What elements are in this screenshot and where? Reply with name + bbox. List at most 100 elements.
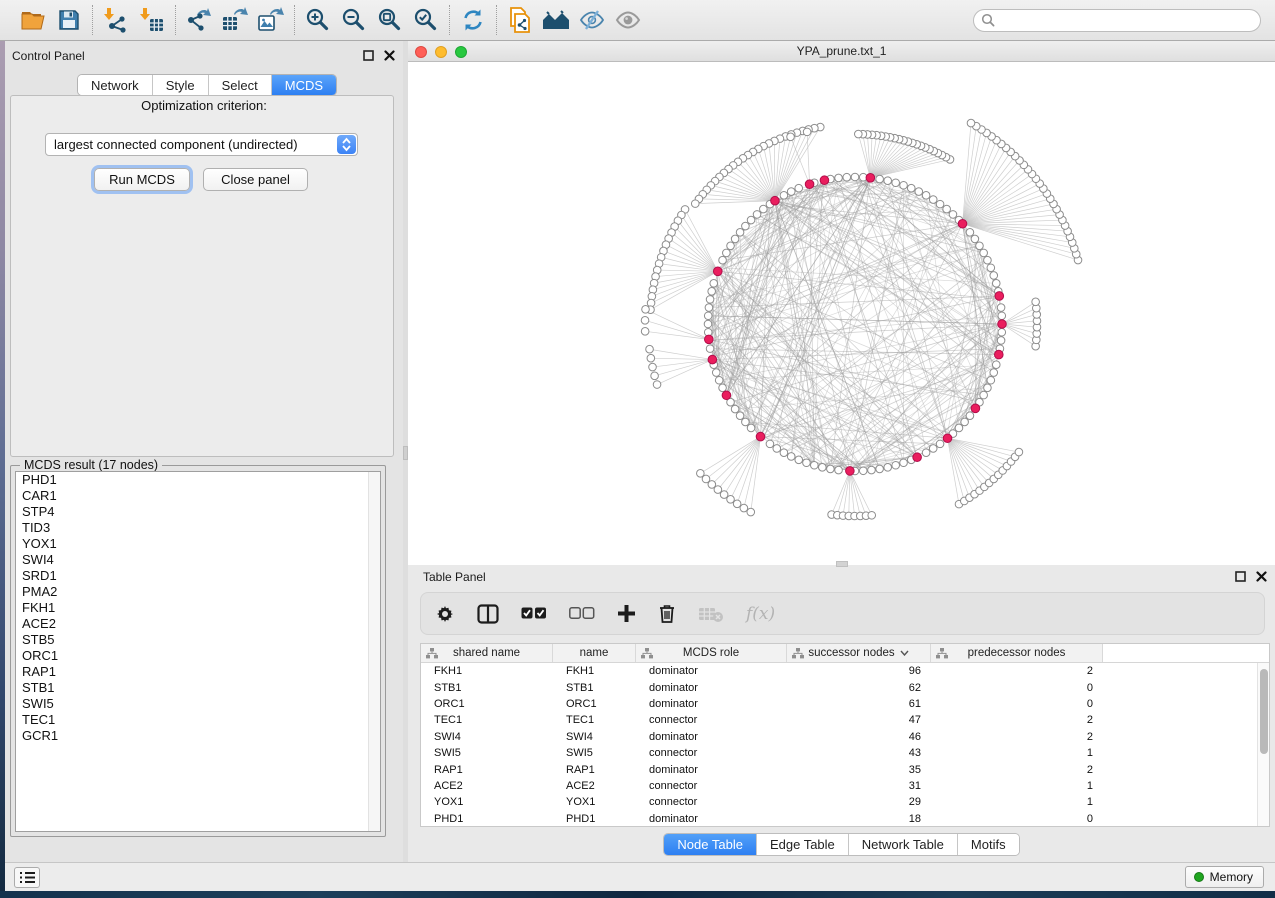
graph-node[interactable]: [641, 317, 649, 325]
graph-node[interactable]: [653, 381, 661, 389]
graph-node[interactable]: [706, 296, 714, 304]
graph-node[interactable]: [719, 256, 727, 264]
float-panel-icon[interactable]: [363, 50, 374, 61]
tab-motifs[interactable]: Motifs: [958, 834, 1019, 855]
graph-node[interactable]: [827, 465, 835, 473]
graph-node[interactable]: [651, 372, 659, 380]
tab-network-table[interactable]: Network Table: [849, 834, 958, 855]
graph-node[interactable]: [955, 424, 963, 432]
graph-node[interactable]: [992, 361, 1000, 369]
graph-node[interactable]: [766, 440, 774, 448]
graph-node[interactable]: [876, 175, 884, 183]
column-header-name[interactable]: name: [553, 644, 636, 662]
table-row[interactable]: ORC1ORC1dominator610: [421, 696, 1269, 712]
table-row[interactable]: SWI5SWI5connector431: [421, 745, 1269, 761]
graph-node[interactable]: [900, 459, 908, 467]
graph-node[interactable]: [706, 345, 714, 353]
graph-node[interactable]: [780, 192, 788, 200]
graph-node[interactable]: [884, 464, 892, 472]
graph-hub-node[interactable]: [998, 320, 1007, 329]
graph-node[interactable]: [984, 256, 992, 264]
window-maximize-icon[interactable]: [455, 46, 467, 58]
graph-node[interactable]: [997, 337, 1005, 345]
graph-node[interactable]: [787, 133, 795, 141]
open-file-icon[interactable]: [18, 5, 48, 35]
table-row[interactable]: FKH1FKH1dominator962: [421, 663, 1269, 679]
first-neighbors-icon[interactable]: [541, 5, 571, 35]
graph-node[interactable]: [990, 369, 998, 377]
graph-node[interactable]: [835, 466, 843, 474]
table-row[interactable]: RAP1RAP1dominator352: [421, 761, 1269, 777]
graph-node[interactable]: [922, 449, 930, 457]
tab-edge-table[interactable]: Edge Table: [757, 834, 849, 855]
zoom-selected-icon[interactable]: [411, 5, 441, 35]
hide-selected-icon[interactable]: [577, 5, 607, 35]
task-history-button[interactable]: [14, 867, 40, 888]
mcds-result-item[interactable]: CAR1: [16, 488, 380, 504]
graph-node[interactable]: [851, 173, 859, 181]
graph-node[interactable]: [990, 272, 998, 280]
graph-node[interactable]: [731, 235, 739, 243]
graph-hub-node[interactable]: [705, 335, 714, 344]
graph-node[interactable]: [929, 445, 937, 453]
mcds-result-item[interactable]: GCR1: [16, 728, 380, 744]
graph-node[interactable]: [966, 412, 974, 420]
export-image-icon[interactable]: [256, 5, 286, 35]
graph-node[interactable]: [892, 461, 900, 469]
graph-node[interactable]: [949, 211, 957, 219]
graph-node[interactable]: [736, 229, 744, 237]
export-table-icon[interactable]: [220, 5, 250, 35]
tab-select[interactable]: Select: [209, 75, 272, 95]
graph-node[interactable]: [742, 222, 750, 230]
run-mcds-button[interactable]: Run MCDS: [94, 168, 190, 191]
graph-node[interactable]: [708, 287, 716, 295]
mcds-result-item[interactable]: FKH1: [16, 600, 380, 616]
graph-node[interactable]: [787, 453, 795, 461]
criterion-dropdown[interactable]: largest connected component (undirected): [45, 133, 358, 156]
graph-hub-node[interactable]: [866, 174, 875, 183]
column-header-successor-nodes[interactable]: successor nodes: [787, 644, 931, 662]
select-all-icon[interactable]: [521, 607, 547, 620]
graph-node[interactable]: [929, 196, 937, 204]
network-graph[interactable]: [408, 62, 1275, 565]
graph-node[interactable]: [705, 304, 713, 312]
graph-node[interactable]: [915, 188, 923, 196]
mcds-result-item[interactable]: RAP1: [16, 664, 380, 680]
mcds-result-item[interactable]: PMA2: [16, 584, 380, 600]
graph-hub-node[interactable]: [995, 292, 1004, 301]
mcds-result-item[interactable]: STB1: [16, 680, 380, 696]
graph-hub-node[interactable]: [994, 350, 1003, 359]
show-all-icon[interactable]: [613, 5, 643, 35]
horizontal-splitter-grip[interactable]: [836, 561, 848, 567]
graph-hub-node[interactable]: [913, 453, 922, 462]
import-table-icon[interactable]: [137, 5, 167, 35]
graph-node[interactable]: [818, 464, 826, 472]
table-row[interactable]: SWI4SWI4dominator462: [421, 729, 1269, 745]
graph-node[interactable]: [936, 200, 944, 208]
export-network-icon[interactable]: [184, 5, 214, 35]
mcds-result-item[interactable]: TEC1: [16, 712, 380, 728]
graph-hub-node[interactable]: [708, 355, 717, 364]
float-panel-icon[interactable]: [1235, 571, 1246, 582]
graph-hub-node[interactable]: [971, 404, 980, 413]
graph-node[interactable]: [712, 369, 720, 377]
close-panel-button[interactable]: Close panel: [203, 168, 308, 191]
graph-hub-node[interactable]: [846, 467, 855, 476]
window-minimize-icon[interactable]: [435, 46, 447, 58]
graph-node[interactable]: [966, 229, 974, 237]
graph-node[interactable]: [646, 345, 654, 353]
graph-hub-node[interactable]: [820, 176, 829, 185]
graph-node[interactable]: [859, 467, 867, 475]
graph-node[interactable]: [855, 130, 863, 138]
network-window-titlebar[interactable]: YPA_prune.txt_1: [408, 41, 1275, 62]
column-header-MCDS-role[interactable]: MCDS role: [636, 644, 787, 662]
table-row[interactable]: PHD1PHD1dominator180: [421, 811, 1269, 827]
graph-node[interactable]: [704, 320, 712, 328]
graph-hub-node[interactable]: [722, 391, 731, 400]
mcds-result-item[interactable]: ORC1: [16, 648, 380, 664]
graph-node[interactable]: [936, 440, 944, 448]
graph-hub-node[interactable]: [943, 434, 952, 443]
graph-node[interactable]: [967, 119, 975, 127]
graph-node[interactable]: [980, 391, 988, 399]
graph-node[interactable]: [740, 504, 748, 512]
